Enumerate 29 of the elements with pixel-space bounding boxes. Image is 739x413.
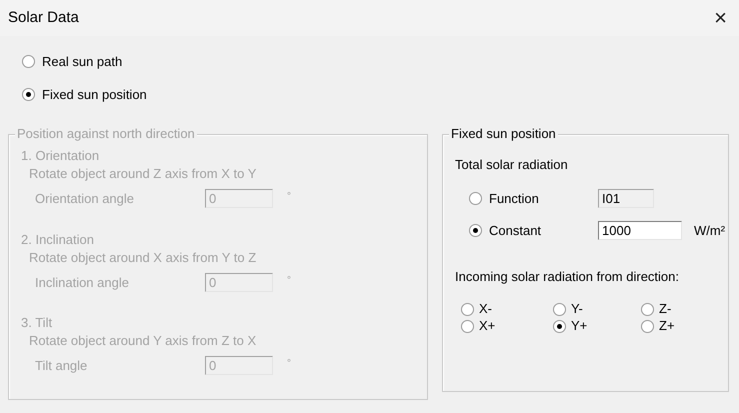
radio-button[interactable]: Fixed sun position <box>22 84 739 104</box>
section-description: Rotate object around X axis from Y to Z <box>29 248 258 266</box>
radio-button[interactable]: Y+ <box>553 318 641 334</box>
unit-label: ° <box>287 190 291 204</box>
unit-label: ° <box>287 357 291 371</box>
field-label: Inclination angle <box>35 274 130 292</box>
value-field[interactable]: 1000 <box>598 221 682 240</box>
section-description: Rotate object around Z axis from X to Y <box>29 165 258 183</box>
section-heading: Incoming solar radiation from direction: <box>455 268 680 286</box>
radio-button[interactable]: Z+ <box>641 318 711 334</box>
close-button[interactable]: × <box>710 7 731 29</box>
unit-label: W/m² <box>694 222 726 240</box>
radio-button[interactable]: X+ <box>461 318 553 334</box>
window-title: Solar Data <box>8 8 79 28</box>
section-heading: 3. Tilt <box>21 314 54 332</box>
section-heading: 2. Inclination <box>21 230 95 248</box>
section-heading: Total solar radiation <box>455 156 569 174</box>
field-label: Tilt angle <box>35 357 88 375</box>
radio-button[interactable]: Constant <box>469 221 598 240</box>
radio-button[interactable]: Y- <box>553 301 641 317</box>
field-label: Orientation angle <box>35 190 136 208</box>
group-title: Fixed sun position <box>449 126 558 142</box>
unit-label: ° <box>287 274 291 288</box>
group-title: Position against north direction <box>15 126 197 142</box>
section-heading: 1. Orientation <box>21 147 100 165</box>
section-description: Rotate object around Y axis from Z to X <box>29 332 258 350</box>
radio-button[interactable]: X- <box>461 301 553 317</box>
radio-button[interactable]: Real sun path <box>22 52 739 72</box>
radio-button[interactable]: Z- <box>641 301 711 317</box>
